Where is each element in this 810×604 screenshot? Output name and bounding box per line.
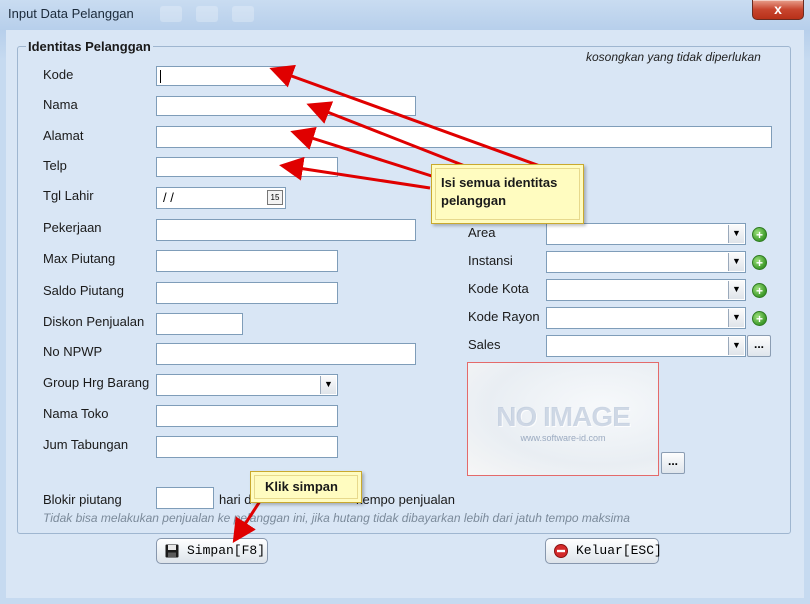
callout-simpan-text: Klik simpan bbox=[265, 479, 338, 494]
annotation-arrows bbox=[232, 64, 541, 544]
arrow-to-kode bbox=[269, 64, 541, 168]
callout-isi-identitas: Isi semua identitas pelanggan bbox=[431, 164, 584, 224]
input-pelanggan-window: Input Data Pelanggan x Identitas Pelangg… bbox=[0, 0, 810, 604]
callout-klik-simpan: Klik simpan bbox=[250, 471, 362, 503]
arrow-to-nama bbox=[306, 101, 471, 170]
callout-line-2: pelanggan bbox=[441, 193, 507, 208]
callout-line-1: Isi semua identitas bbox=[441, 175, 558, 190]
